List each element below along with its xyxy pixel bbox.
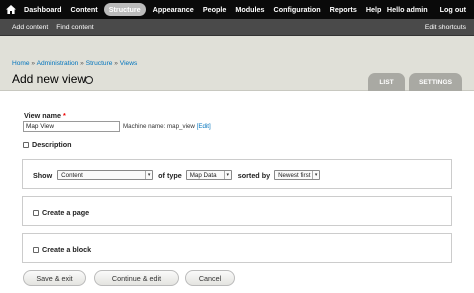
greeting-prefix: Hello <box>386 5 407 14</box>
create-page-fieldset: Create a page <box>22 196 452 226</box>
toolbar-user: Hello admin Log out <box>375 0 466 19</box>
toolbar-item-modules[interactable]: Modules <box>235 5 264 14</box>
admin-toolbar: Dashboard Content Structure Appearance P… <box>0 0 474 19</box>
save-exit-button[interactable]: Save & exit <box>23 270 86 286</box>
tab-list[interactable]: LIST <box>368 73 405 91</box>
show-fieldset: Show Content ▾ of type Map Data ▾ sorted… <box>22 159 452 189</box>
toolbar-item-structure[interactable]: Structure <box>103 3 146 16</box>
breadcrumb-separator: » <box>78 60 86 67</box>
create-page-checkbox[interactable] <box>33 210 39 217</box>
create-page-label: Create a page <box>42 208 90 217</box>
create-block-label: Create a block <box>42 245 92 254</box>
gear-icon[interactable] <box>85 76 93 84</box>
show-select[interactable]: Content ▾ <box>57 170 154 180</box>
type-select-value: Map Data <box>189 171 217 179</box>
select-arrow-icon: ▾ <box>312 171 319 179</box>
logout-link[interactable]: Log out <box>440 5 466 14</box>
machine-name-text: Machine name: map_view <box>123 123 195 130</box>
required-marker: * <box>63 111 66 120</box>
username: admin <box>406 5 428 14</box>
toolbar-item-reports[interactable]: Reports <box>330 5 357 14</box>
toolbar-item-appearance[interactable]: Appearance <box>153 5 194 14</box>
description-label: Description <box>32 140 72 149</box>
breadcrumb: Home » Administration » Structure » View… <box>12 60 137 67</box>
view-name-label-text: View name <box>24 111 62 120</box>
sort-select-value: Newest first <box>278 171 311 179</box>
tab-settings[interactable]: SETTINGS <box>409 73 462 91</box>
shortcut-add-content[interactable]: Add content <box>12 24 48 31</box>
cancel-button[interactable]: Cancel <box>185 270 235 286</box>
select-arrow-icon: ▾ <box>223 171 231 179</box>
show-row: Show Content ▾ of type Map Data ▾ sorted… <box>33 170 321 180</box>
continue-edit-button[interactable]: Continue & edit <box>94 270 179 286</box>
select-arrow-icon: ▾ <box>145 171 152 179</box>
machine-name: Machine name: map_view [Edit] <box>123 123 211 130</box>
sorted-by-label: sorted by <box>237 170 271 180</box>
create-block-checkbox[interactable] <box>33 247 39 254</box>
toolbar-item-people[interactable]: People <box>203 5 227 14</box>
create-block-fieldset: Create a block <box>22 233 452 263</box>
breadcrumb-separator: » <box>29 60 37 67</box>
shortcut-find-content[interactable]: Find content <box>56 24 93 31</box>
toolbar-item-configuration[interactable]: Configuration <box>274 5 321 14</box>
description-checkbox[interactable] <box>23 142 29 149</box>
show-select-value: Content <box>61 171 83 179</box>
create-page-toggle[interactable]: Create a page <box>33 208 89 217</box>
page-title: Add new view <box>12 72 87 86</box>
type-select[interactable]: Map Data ▾ <box>185 170 232 180</box>
user-greeting[interactable]: Hello admin <box>387 5 428 14</box>
description-toggle[interactable]: Description <box>23 140 72 149</box>
create-block-toggle[interactable]: Create a block <box>33 245 91 254</box>
machine-name-edit-link[interactable]: [Edit] <box>197 123 211 130</box>
show-label: Show <box>33 170 53 180</box>
breadcrumb-home[interactable]: Home <box>12 60 30 67</box>
home-icon[interactable] <box>4 0 18 19</box>
toolbar-menu: Dashboard Content Structure Appearance P… <box>24 3 390 16</box>
toolbar-item-content[interactable]: Content <box>71 5 98 14</box>
breadcrumb-views[interactable]: Views <box>120 60 137 67</box>
edit-shortcuts-link[interactable]: Edit shortcuts <box>425 24 466 31</box>
view-name-input[interactable]: Map View <box>23 121 120 132</box>
breadcrumb-separator: » <box>112 60 120 67</box>
of-type-label: of type <box>158 170 182 180</box>
breadcrumb-structure[interactable]: Structure <box>86 60 113 67</box>
shortcuts-bar: Add content Find content Edit shortcuts <box>0 19 474 36</box>
sort-select[interactable]: Newest first ▾ <box>274 170 321 180</box>
view-name-label: View name * <box>24 111 66 120</box>
breadcrumb-administration[interactable]: Administration <box>37 60 79 67</box>
toolbar-item-dashboard[interactable]: Dashboard <box>24 5 62 14</box>
